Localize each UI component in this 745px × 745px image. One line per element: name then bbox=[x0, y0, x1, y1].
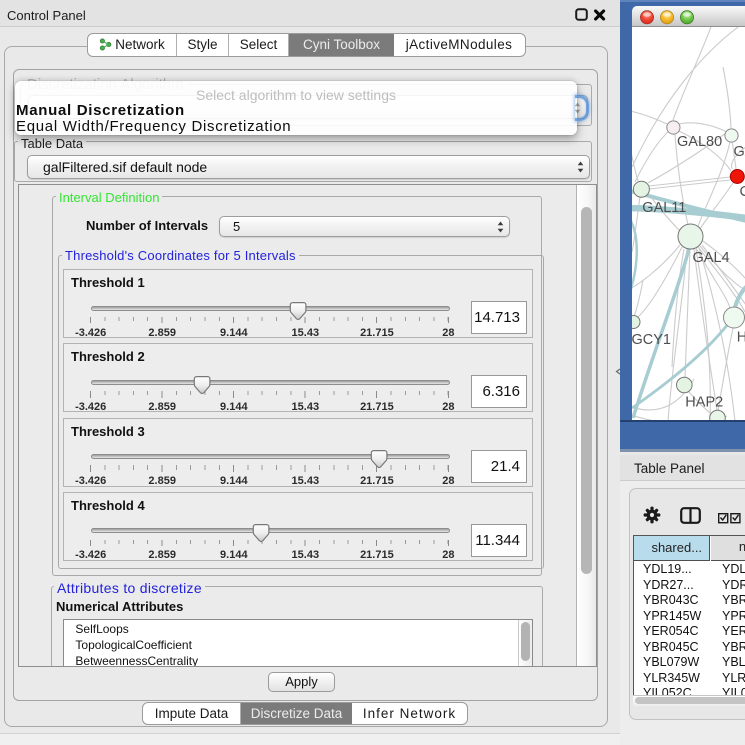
svg-text:H: H bbox=[737, 330, 745, 346]
svg-text:GAL11: GAL11 bbox=[642, 200, 686, 216]
svg-text:GAL4: GAL4 bbox=[693, 250, 730, 266]
svg-text:GAL80: GAL80 bbox=[677, 134, 722, 150]
svg-text:GCY1: GCY1 bbox=[632, 332, 671, 348]
svg-text:C: C bbox=[740, 184, 745, 200]
svg-text:HAP2: HAP2 bbox=[685, 395, 723, 411]
svg-text:GA: GA bbox=[734, 144, 745, 160]
